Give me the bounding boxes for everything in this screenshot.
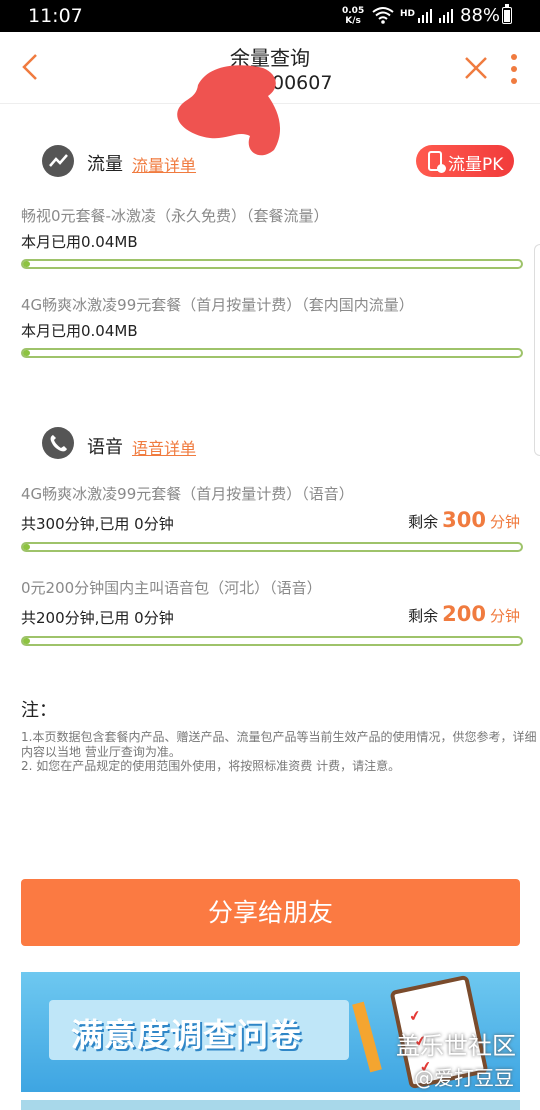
remaining-minutes: 剩余 300 分钟 <box>408 508 520 532</box>
banner-title: 满意度调查问卷 <box>71 1016 303 1054</box>
hd-indicator: HD <box>400 9 416 19</box>
watermark-text: 盖乐世社区 <box>396 1032 516 1060</box>
usage-progress-fill <box>23 638 30 644</box>
network-speed-unit: K/s <box>345 16 361 26</box>
redaction-scribble <box>177 65 281 156</box>
remaining-value: 200 <box>442 602 486 626</box>
data-detail-link[interactable]: 流量详单 <box>132 152 196 176</box>
data-pk-label: 流量PK <box>448 155 504 175</box>
package-name: 畅视0元套餐-冰激凌（永久免费）（套餐流量） <box>21 207 329 225</box>
usage-progress-bar <box>21 259 523 269</box>
remaining-unit: 分钟 <box>489 513 520 531</box>
edge-panel-handle[interactable] <box>534 244 540 456</box>
remaining-label: 剩余 <box>408 607 439 625</box>
phone-call-icon <box>42 427 74 459</box>
remaining-value: 300 <box>442 508 486 532</box>
close-icon[interactable] <box>462 54 490 82</box>
usage-text: 共300分钟,已用 0分钟 <box>21 515 174 533</box>
usage-progress-fill <box>23 350 30 356</box>
battery-icon <box>502 4 512 24</box>
battery-percent: 88% <box>460 5 501 26</box>
usage-text: 本月已用0.04MB <box>21 322 138 340</box>
package-name: 4G畅爽冰激凌99元套餐（首月按量计费）（套内国内流量） <box>21 296 414 314</box>
note-line: 2. 如您在产品规定的使用范围外使用，将按照标准资费 计费，请注意。 <box>21 759 401 773</box>
note-line: 1.本页数据包含套餐内产品、赠送产品、流量包产品等当前生效产品的使用情况，供您参… <box>21 730 537 759</box>
phone-icon <box>428 151 446 173</box>
remaining-unit: 分钟 <box>489 607 520 625</box>
data-pk-button[interactable]: 流量PK <box>416 145 514 177</box>
signal-icon-2 <box>439 9 453 23</box>
signal-icon <box>418 9 432 23</box>
watermark-handle: @爱打豆豆 <box>414 1066 514 1090</box>
data-section-title: 流量 <box>87 154 123 175</box>
usage-text: 本月已用0.04MB <box>21 233 138 251</box>
notes-title: 注： <box>21 700 57 721</box>
usage-progress-fill <box>23 261 30 267</box>
network-speed: 0.05 K/s <box>342 6 364 26</box>
remaining-minutes: 剩余 200 分钟 <box>408 602 520 626</box>
package-name: 4G畅爽冰激凌99元套餐（首月按量计费）（语音） <box>21 485 354 503</box>
more-options-icon[interactable] <box>506 52 522 86</box>
status-bar: 11:07 0.05 K/s HD 88% <box>0 0 540 32</box>
package-name: 0元200分钟国内主叫语音包（河北）（语音） <box>21 579 322 597</box>
usage-progress-bar <box>21 542 523 552</box>
next-banner-edge <box>21 1100 520 1110</box>
share-button[interactable]: 分享给朋友 <box>21 879 520 946</box>
pencil-icon <box>352 1001 382 1073</box>
check-icon: ✔ <box>407 1007 423 1026</box>
data-trend-icon <box>42 145 74 177</box>
remaining-label: 剩余 <box>408 513 439 531</box>
status-time: 11:07 <box>28 5 83 27</box>
usage-progress-bar <box>21 348 523 358</box>
network-speed-value: 0.05 <box>342 6 365 16</box>
wifi-icon <box>372 7 394 24</box>
voice-section-title: 语音 <box>87 437 123 458</box>
usage-progress-bar <box>21 636 523 646</box>
usage-progress-fill <box>23 544 30 550</box>
usage-text: 共200分钟,已用 0分钟 <box>21 609 174 627</box>
voice-detail-link[interactable]: 语音详单 <box>132 435 196 459</box>
